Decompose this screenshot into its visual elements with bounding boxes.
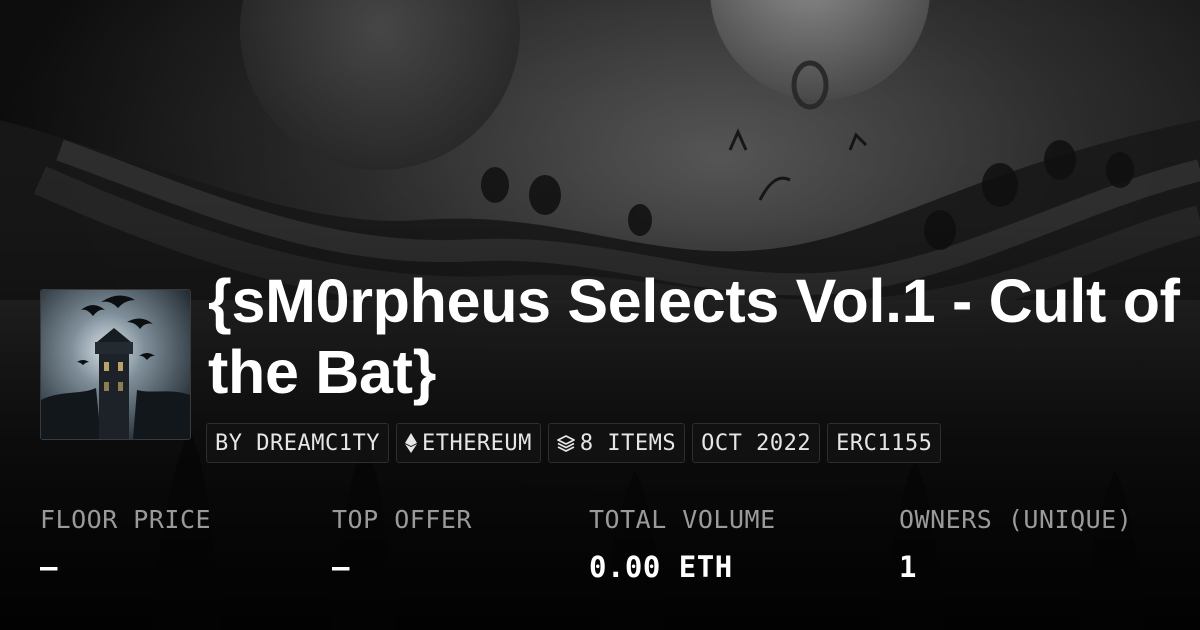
gothic-tower-bats-icon xyxy=(41,290,190,439)
tag-token-standard: ERC1155 xyxy=(827,423,942,463)
collection-title: {sM0rpheus Selects Vol.1 - Cult of the B… xyxy=(208,266,1200,408)
stat-total-volume: TOTAL VOLUME 0.00 ETH xyxy=(589,505,776,584)
stat-label: OWNERS (UNIQUE) xyxy=(899,505,1133,534)
collection-tags: BY DREAMC1TY ETHEREUM 8 ITEMS OCT 2022 E… xyxy=(206,423,942,463)
collection-share-card: {sM0rpheus Selects Vol.1 - Cult of the B… xyxy=(0,0,1200,630)
tag-items: 8 ITEMS xyxy=(547,423,686,463)
tag-label: ETHEREUM xyxy=(421,430,532,456)
tag-label: OCT 2022 xyxy=(701,430,812,456)
stat-value: – xyxy=(332,550,350,584)
tag-chain: ETHEREUM xyxy=(395,423,541,463)
stat-top-offer: TOP OFFER – xyxy=(332,505,472,584)
stat-value: 1 xyxy=(899,550,917,584)
stat-label: FLOOR PRICE xyxy=(40,505,212,534)
tag-creator: BY DREAMC1TY xyxy=(206,423,389,463)
stat-floor-price: FLOOR PRICE – xyxy=(40,505,211,584)
collection-title-line-1: {sM0rpheus Selects Vol.1 - Cult of xyxy=(208,267,1180,335)
tag-label: BY DREAMC1TY xyxy=(215,430,380,456)
stat-label: TOP OFFER xyxy=(332,505,472,534)
stat-value: – xyxy=(40,550,58,584)
collection-avatar xyxy=(40,289,191,440)
layers-icon xyxy=(557,434,575,452)
stat-value: 0.00 ETH xyxy=(589,550,733,584)
tag-label: ERC1155 xyxy=(836,430,933,456)
tag-label: 8 ITEMS xyxy=(579,430,677,456)
tag-created-date: OCT 2022 xyxy=(692,423,821,463)
stat-label: TOTAL VOLUME xyxy=(589,505,776,534)
ethereum-icon xyxy=(404,433,417,453)
stat-owners-unique: OWNERS (UNIQUE) 1 xyxy=(899,505,1132,584)
collection-title-line-2: the Bat} xyxy=(208,338,437,406)
